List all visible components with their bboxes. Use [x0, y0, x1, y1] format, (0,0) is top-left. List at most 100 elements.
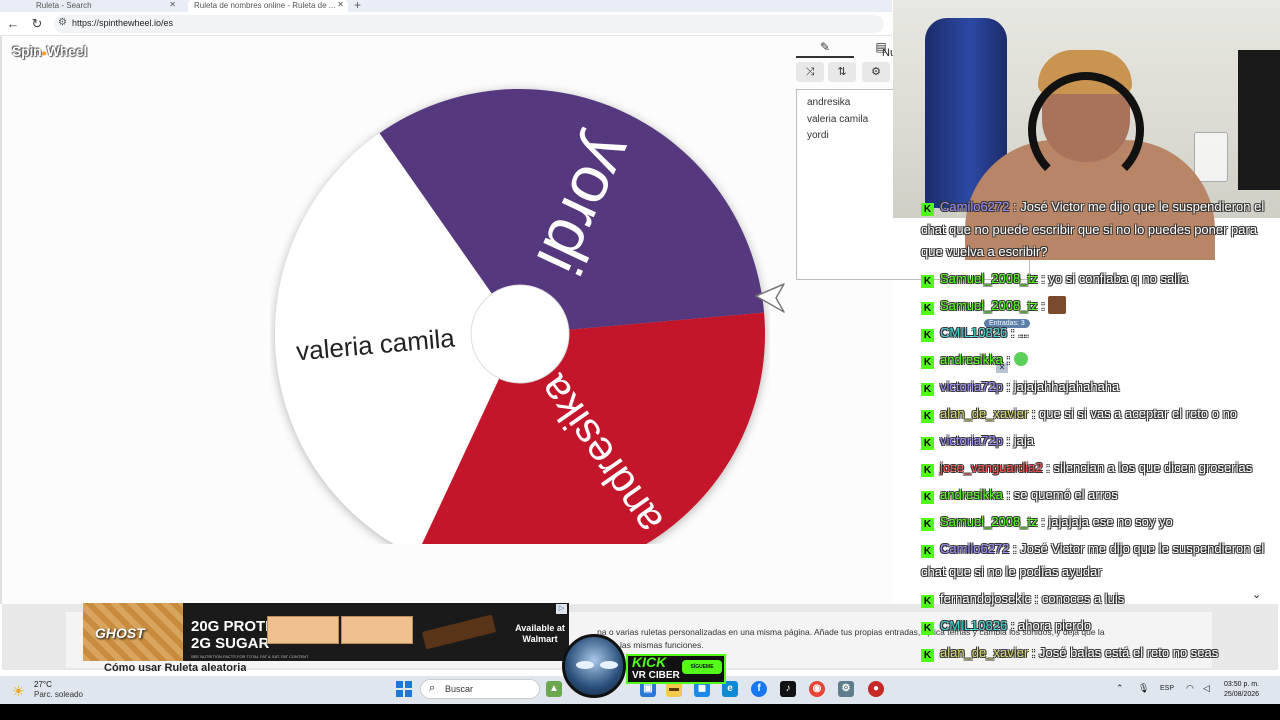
chrome-icon[interactable]: ◉: [809, 681, 825, 697]
windows-start-icon[interactable]: [396, 681, 412, 697]
tab-entries[interactable]: ✎: [796, 36, 854, 58]
chat-text: yo si confiaba q no salía: [1048, 271, 1188, 286]
volume-icon[interactable]: ◁: [1203, 683, 1210, 694]
chat-username[interactable]: andresikka: [940, 352, 1003, 367]
chat-text: jaja: [1013, 433, 1034, 448]
chat-username[interactable]: Camilo6272: [940, 199, 1009, 214]
close-icon[interactable]: ✕: [337, 0, 344, 9]
chat-message: K Samuel_2008_tz : yo si confiaba q no sa…: [916, 268, 1272, 291]
settings-button[interactable]: ⚙: [862, 62, 890, 82]
chat-separator: :: [1002, 487, 1014, 502]
clock-date: 25/08/2026: [1224, 691, 1260, 698]
taskbar-clock[interactable]: 03:50 p. m. 25/08/2026: [1224, 680, 1259, 700]
shuffle-icon: ⤨: [805, 66, 815, 78]
browser-tabstrip: Ruleta - Search ✕ Ruleta de nombres onlin…: [0, 0, 892, 12]
chat-username[interactable]: victoria72p: [940, 433, 1003, 448]
settings-icon: ⚙: [871, 66, 881, 78]
app-icon[interactable]: ●: [868, 681, 884, 697]
chat-username[interactable]: Samuel_2008_tz: [940, 298, 1038, 313]
avatar-eye: [600, 661, 618, 669]
chat-username[interactable]: andresikka: [940, 487, 1003, 502]
tray-chevron-icon[interactable]: ⌃: [1116, 683, 1124, 694]
close-icon[interactable]: ✕: [169, 0, 176, 9]
chat-text: ...: [1018, 325, 1029, 340]
kick-badge-icon: K: [921, 275, 934, 288]
webcam-cup: [1194, 132, 1228, 182]
chat-username[interactable]: fernandojosekic: [940, 591, 1031, 606]
chevron-down-icon[interactable]: ⌄: [1252, 588, 1261, 601]
chat-separator: :: [1037, 514, 1049, 529]
chat-separator: :: [1037, 298, 1049, 313]
chat-separator: :: [1037, 271, 1049, 286]
weather-desc: Parc. soleado: [34, 690, 83, 699]
settings-app-icon[interactable]: ⚙: [838, 681, 854, 697]
kick-badge-icon: K: [921, 545, 934, 558]
ad-banner[interactable]: GHOST 20G PROTEIN 2G SUGAR SEE NUTRITION…: [83, 603, 569, 661]
clock-time: 03:50 p. m.: [1224, 681, 1260, 688]
site-info-icon[interactable]: ⚙: [58, 17, 67, 28]
spin-wheel[interactable]: yordivaleria camilaandresika: [270, 44, 770, 544]
chat-message: Kvictoria72p : jaja: [916, 430, 1272, 453]
entries-panel: ✎ ▤ ⤨ ⇅ ⚙ andresika valeria camila yordi: [796, 36, 1030, 280]
sort-button[interactable]: ⇅: [828, 62, 856, 82]
chat-message: K Camilo6272 : José Victor me dijo que le…: [916, 538, 1272, 583]
chat-separator: :: [1002, 433, 1014, 448]
wheel-center-hub[interactable]: [470, 284, 570, 384]
kick-channel-name: VR CIBER: [632, 670, 680, 681]
chat-username[interactable]: Samuel_2008_tz: [940, 514, 1038, 529]
chat-separator: :: [1028, 406, 1040, 421]
chat-message: Kalan_de_xavier : que si si vas a acepta…: [916, 403, 1272, 426]
taskbar-search[interactable]: ⌕ Buscar: [420, 679, 540, 699]
stream-chat: K Camilo6272 : José Victor me dijo que le…: [916, 196, 1272, 669]
site-logo[interactable]: Spin●Wheel: [12, 43, 87, 59]
chat-separator: :: [1002, 352, 1014, 367]
chat-message: K Samuel_2008_tz :: [916, 295, 1272, 318]
kick-badge-icon: K: [921, 410, 934, 423]
language-indicator[interactable]: ESP: [1160, 685, 1174, 692]
chat-username[interactable]: Samuel_2008_tz: [940, 271, 1038, 286]
chat-message: K Camilo6272 : José Victor me dijo que le…: [916, 196, 1272, 264]
kick-badge-icon: K: [921, 302, 934, 315]
chat-text: ahora pierdo: [1018, 617, 1092, 633]
ad-close-icon[interactable]: ▷: [556, 604, 567, 614]
url-field[interactable]: ⚙ https://spinthewheel.io/es: [54, 15, 884, 33]
kick-badge-icon: K: [921, 356, 934, 369]
chat-username[interactable]: alan_de_xavier: [940, 406, 1028, 421]
ad-headline-2: 2G SUGAR: [191, 635, 270, 652]
chat-username[interactable]: jose_vanguardia2: [940, 460, 1043, 475]
ad-retailer: Available at Walmart: [515, 623, 565, 644]
chat-text: que si si vas a aceptar el reto o no: [1039, 406, 1238, 421]
clipboard-icon: ▤: [875, 40, 887, 54]
browser-tab-active[interactable]: Ruleta de nombres online - Ruleta de ...…: [188, 0, 348, 12]
chat-username[interactable]: alan_de_xavier: [940, 645, 1028, 660]
chat-message: K Samuel_2008_tz : jajajaja ese no soy yo: [916, 511, 1272, 534]
new-tab-icon[interactable]: +: [354, 0, 361, 12]
ad-product-box: [267, 616, 339, 644]
chat-message: Kandresikka : se quemó el arros: [916, 484, 1272, 507]
chat-username[interactable]: Camilo6272: [940, 541, 1009, 556]
tiktok-icon[interactable]: ♪: [780, 681, 796, 697]
follow-button[interactable]: SÍGUEME: [682, 660, 722, 674]
chat-text: jajajahhajahahaha: [1013, 379, 1120, 394]
wheel-pointer-icon: [755, 283, 785, 313]
wifi-icon[interactable]: ◠: [1186, 683, 1194, 694]
chat-separator: :: [1007, 617, 1019, 633]
browser-tab[interactable]: Ruleta - Search ✕: [30, 0, 180, 12]
address-bar: ← ↻ ⚙ https://spinthewheel.io/es: [0, 12, 892, 36]
chat-username[interactable]: CMIL10826: [940, 618, 1007, 633]
chat-text: se quemó el arros: [1013, 487, 1118, 502]
sort-icon: ⇅: [837, 66, 847, 78]
ad-product-box: [341, 616, 413, 644]
back-icon[interactable]: ←: [5, 16, 21, 31]
weather-temp: 27°C: [34, 680, 52, 689]
facebook-icon[interactable]: f: [751, 681, 767, 697]
chat-username[interactable]: victoria72p: [940, 379, 1003, 394]
tab-results[interactable]: ▤: [870, 36, 892, 58]
widget-icon[interactable]: ▲: [546, 681, 562, 697]
chat-separator: :: [1042, 460, 1054, 475]
microphone-icon[interactable]: 🎙: [1138, 683, 1149, 694]
chat-username[interactable]: CMIL10826: [940, 325, 1007, 340]
url-text: https://spinthewheel.io/es: [72, 18, 174, 28]
reload-icon[interactable]: ↻: [29, 16, 45, 32]
shuffle-button[interactable]: ⤨: [796, 62, 824, 82]
